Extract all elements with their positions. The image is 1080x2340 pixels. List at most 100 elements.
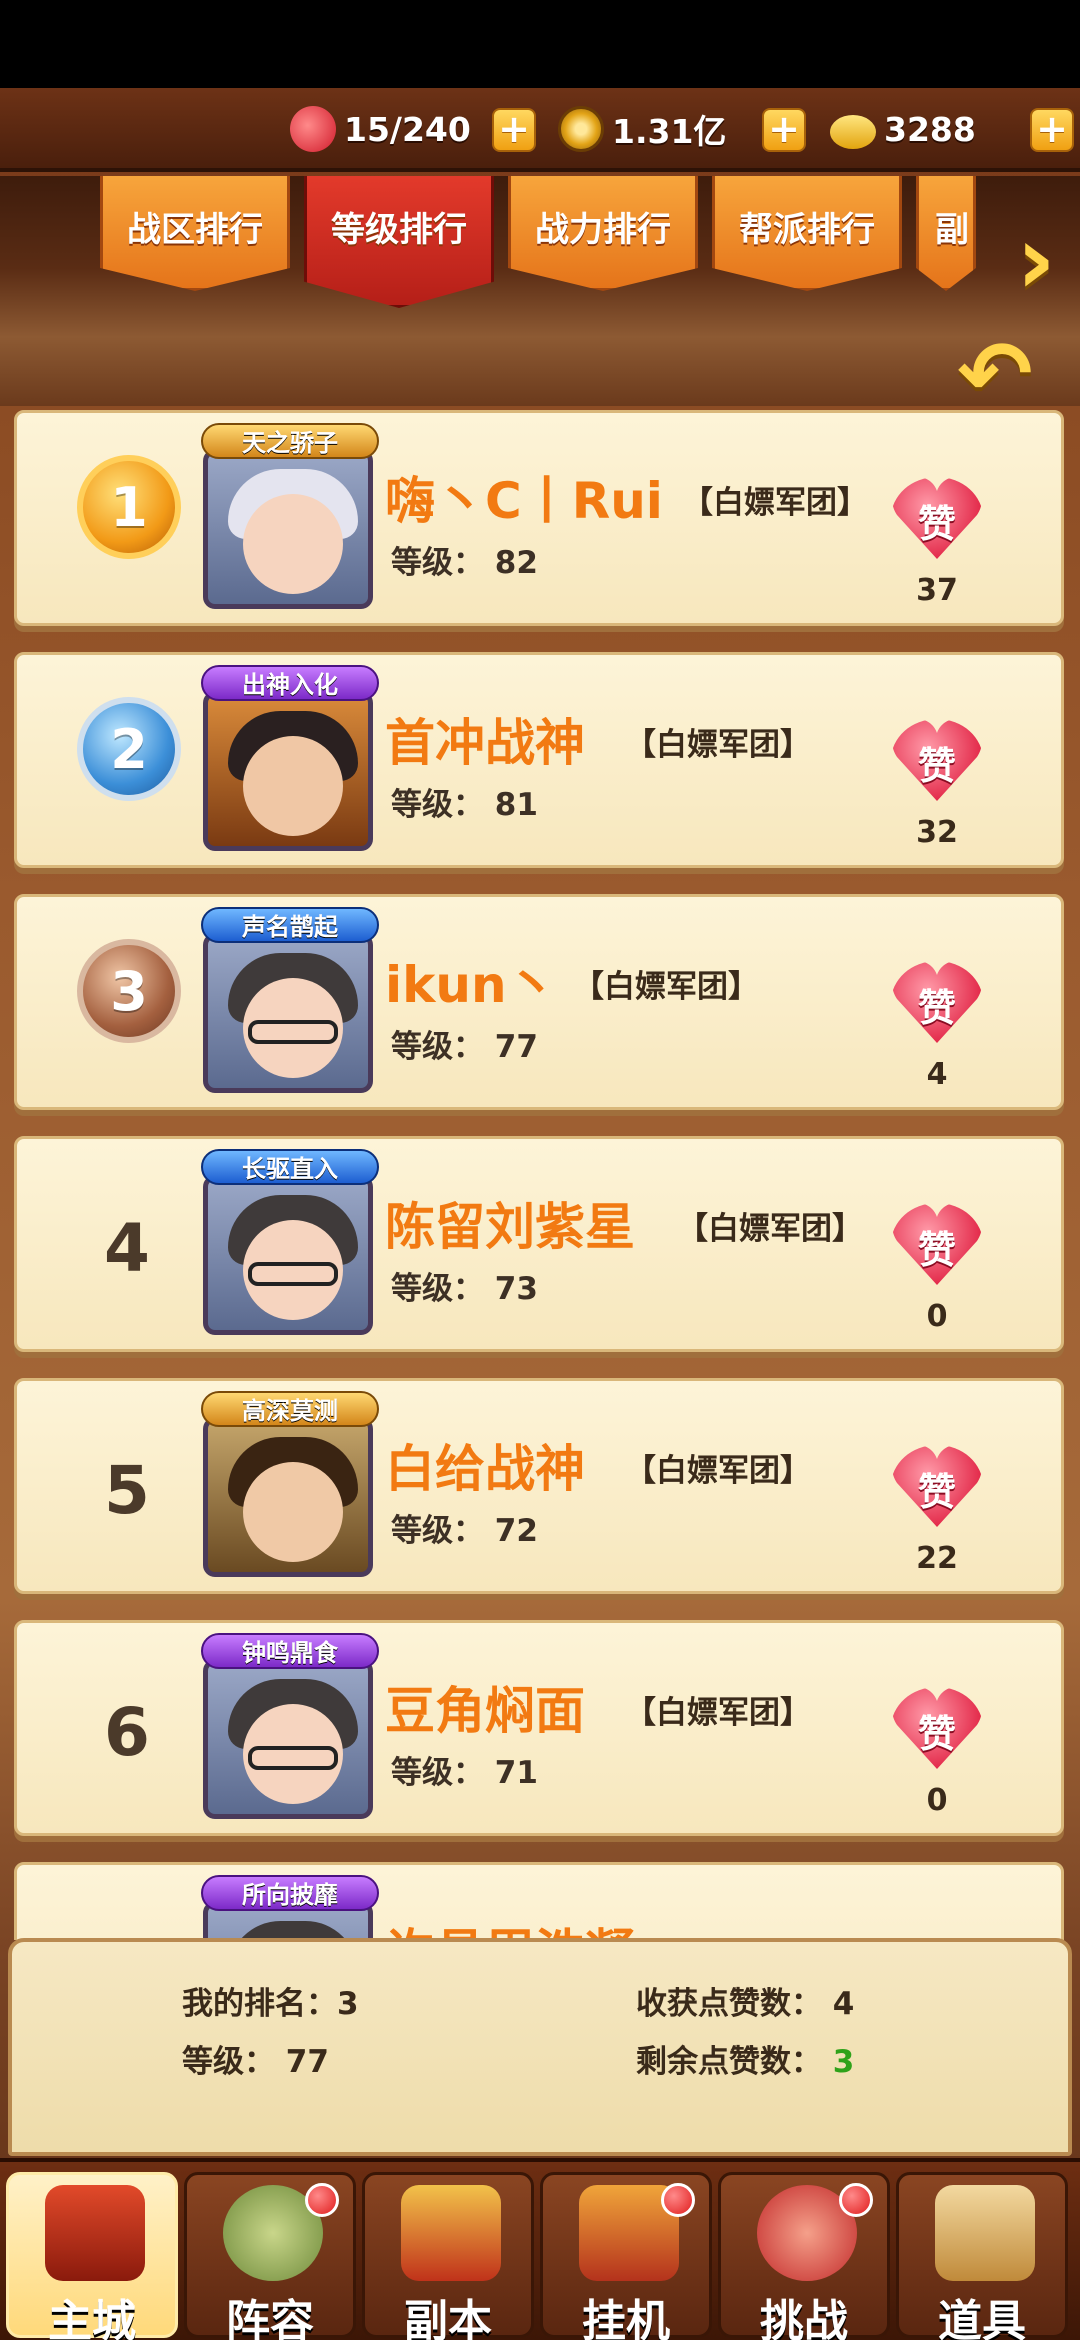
avatar[interactable] (203, 1417, 373, 1577)
ranking-tabs: 战区排行 等级排行 战力排行 帮派排行 副 (0, 176, 1080, 406)
title-badge: 声名鹊起 (201, 907, 379, 943)
resource-bar: 15/240 + 1.31亿 + 3288 + (0, 88, 1080, 172)
level-label: 等级： (391, 1029, 484, 1065)
player-name: 许昌周浩凝 (385, 1913, 635, 1940)
silver-medal-icon: 2 (77, 697, 181, 801)
nav-main-city[interactable]: 主城 (6, 2172, 178, 2340)
nav-items[interactable]: 道具 (896, 2172, 1068, 2340)
tab-guild-rank[interactable]: 帮派排行 (712, 176, 902, 291)
bottom-nav: 主城 阵容 副本 挂机 挑战 道具 (0, 2158, 1080, 2340)
received-likes-value: 4 (832, 1986, 855, 2022)
coin-icon (558, 106, 604, 152)
like-label: 赞 (917, 744, 956, 788)
notification-dot (661, 2183, 695, 2217)
my-level: 等级： 77 (182, 2036, 329, 2081)
my-rank-panel: 我的排名： 3 等级： 77 收获点赞数： 4 剩余点赞数： 3 (8, 1938, 1072, 2156)
title-badge: 所向披靡 (201, 1875, 379, 1911)
like-count: 22 (916, 1541, 958, 1576)
my-level-value: 77 (285, 2044, 329, 2080)
ingot-value: 3288 (884, 109, 976, 149)
notification-dot (839, 2183, 873, 2217)
like-button[interactable]: 赞 (887, 719, 987, 809)
level-value: 71 (494, 1755, 538, 1791)
like-count: 0 (926, 1783, 948, 1818)
ingot-icon (830, 115, 876, 149)
like-count: 37 (916, 573, 958, 608)
like-label: 赞 (917, 1470, 956, 1514)
tabs-scroll-right-icon[interactable]: › (1000, 210, 1072, 310)
gold-resource: 1.31亿 (558, 102, 726, 156)
level-value: 73 (494, 1271, 538, 1307)
like-button[interactable]: 赞 (887, 1687, 987, 1777)
add-gold-button[interactable]: + (762, 108, 806, 152)
avatar[interactable] (203, 1659, 373, 1819)
ingot-resource: 3288 (830, 102, 976, 156)
my-rank-label: 我的排名： (182, 1986, 337, 2022)
tab-power-rank[interactable]: 战力排行 (508, 176, 698, 291)
title-badge: 天之骄子 (201, 423, 379, 459)
level-label: 等级： (391, 787, 484, 823)
nav-label: 道具 (938, 2296, 1026, 2340)
castle-icon (45, 2185, 145, 2281)
gold-value: 1.31亿 (612, 112, 727, 151)
title-badge: 钟鸣鼎食 (201, 1633, 379, 1669)
like-button[interactable]: 赞 (887, 1445, 987, 1535)
tab-more[interactable]: 副 (916, 176, 976, 291)
avatar[interactable] (203, 1175, 373, 1335)
title-badge: 高深莫测 (201, 1391, 379, 1427)
like-count: 0 (926, 1299, 948, 1334)
ranking-list[interactable]: 1 天之骄子 嗨丶C丨Rui 【白嫖军团】 等级： 82 赞 37 2 出神入化… (0, 400, 1080, 1940)
like-label: 赞 (917, 1712, 956, 1756)
title-badge: 出神入化 (201, 665, 379, 701)
rank-card: 2 出神入化 首冲战神 【白嫖军团】 等级： 81 赞 32 (14, 652, 1064, 868)
like-button[interactable]: 赞 (887, 1203, 987, 1293)
add-ingot-button[interactable]: + (1030, 108, 1074, 152)
received-likes: 收获点赞数： 4 (636, 1978, 854, 2023)
player-level: 等级： 81 (391, 779, 538, 824)
level-value: 81 (494, 787, 538, 823)
stamina-heart-icon (286, 102, 340, 156)
tab-label: 战区排行 (127, 210, 263, 250)
tab-level-rank[interactable]: 等级排行 (304, 176, 494, 308)
tab-zone-rank[interactable]: 战区排行 (100, 176, 290, 291)
rank-number: 2 (110, 717, 148, 781)
level-label: 等级： (391, 545, 484, 581)
nav-lineup[interactable]: 阵容 (184, 2172, 356, 2340)
nav-label: 挂机 (582, 2296, 670, 2340)
guild-name: 【白嫖军团】 (625, 1695, 811, 1731)
avatar[interactable] (203, 933, 373, 1093)
player-level: 等级： 77 (391, 1021, 538, 1066)
like-label: 赞 (917, 986, 956, 1030)
player-level: 等级： 82 (391, 537, 538, 582)
avatar[interactable] (203, 449, 373, 609)
nav-label: 阵容 (226, 2296, 314, 2340)
nav-label: 副本 (404, 2296, 492, 2340)
guild-name: 【白嫖军团】 (682, 485, 868, 521)
nav-dungeon[interactable]: 副本 (362, 2172, 534, 2340)
remaining-likes: 剩余点赞数： 3 (636, 2036, 854, 2081)
like-button[interactable]: 赞 (887, 961, 987, 1051)
notification-dot (305, 2183, 339, 2217)
remaining-likes-value: 3 (832, 2044, 855, 2080)
add-stamina-button[interactable]: + (492, 108, 536, 152)
nav-label: 主城 (48, 2296, 136, 2340)
like-count: 4 (926, 1057, 948, 1092)
rank-card: 5 高深莫测 白给战神 【白嫖军团】 等级： 72 赞 22 (14, 1378, 1064, 1594)
rank-number: 6 (104, 1694, 150, 1771)
like-button[interactable]: 赞 (887, 477, 987, 567)
player-level: 等级： 73 (391, 1263, 538, 1308)
gold-medal-icon: 1 (77, 455, 181, 559)
rank-card: 6 钟鸣鼎食 豆角焖面 【白嫖军团】 等级： 71 赞 0 (14, 1620, 1064, 1836)
rank-card: 4 长驱直入 陈留刘紫星 【白嫖军团】 等级： 73 赞 0 (14, 1136, 1064, 1352)
level-label: 等级： (391, 1755, 484, 1791)
tab-label: 副 (935, 210, 969, 250)
player-name: ikun丶 (385, 956, 557, 1014)
avatar[interactable] (203, 691, 373, 851)
rank-number: 1 (110, 475, 148, 539)
stamina-resource: 15/240 (286, 102, 471, 156)
rank-card: 1 天之骄子 嗨丶C丨Rui 【白嫖军团】 等级： 82 赞 37 (14, 410, 1064, 626)
like-label: 赞 (917, 1228, 956, 1272)
nav-challenge[interactable]: 挑战 (718, 2172, 890, 2340)
like-count: 32 (916, 815, 958, 850)
nav-idle[interactable]: 挂机 (540, 2172, 712, 2340)
